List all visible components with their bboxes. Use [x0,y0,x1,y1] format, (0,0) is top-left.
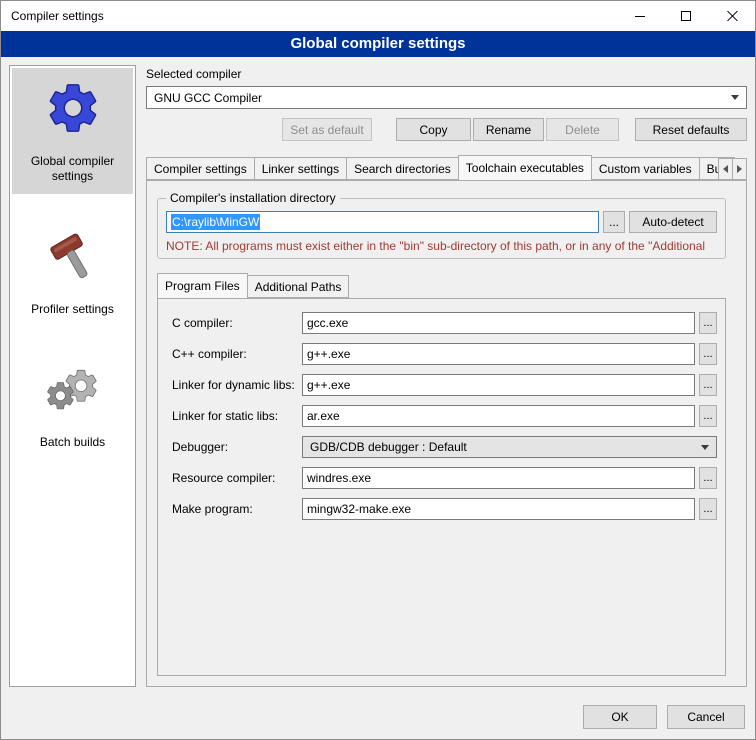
rename-button[interactable]: Rename [473,118,544,141]
chevron-down-icon [701,445,709,450]
titlebar: Compiler settings [1,1,755,31]
close-button[interactable] [709,1,755,31]
programs-tabstrip: Program Files Additional Paths [157,273,726,298]
compiler-settings-window: Compiler settings Global compiler settin… [0,0,756,740]
dynamic-linker-row: Linker for dynamic libs: g++.exe ... [172,374,717,396]
static-linker-label: Linker for static libs: [172,409,302,423]
install-dir-groupbox: Compiler's installation directory C:\ray… [157,191,726,259]
minimize-button[interactable] [617,1,663,31]
static-linker-input[interactable]: ar.exe [302,405,695,427]
window-controls [617,1,755,31]
sidebar-item-profiler-settings[interactable]: Profiler settings [12,216,133,327]
cpp-compiler-row: C++ compiler: g++.exe ... [172,343,717,365]
browse-button[interactable]: ... [603,211,625,233]
tab-compiler-settings[interactable]: Compiler settings [146,157,255,180]
tab-toolchain-executables[interactable]: Toolchain executables [458,155,592,181]
resource-compiler-label: Resource compiler: [172,471,302,485]
make-program-label: Make program: [172,502,302,516]
tab-scroll-left-button[interactable] [718,158,733,180]
set-as-default-button[interactable]: Set as default [282,118,372,141]
dynamic-linker-value: g++.exe [307,378,350,392]
dynamic-linker-label: Linker for dynamic libs: [172,378,302,392]
autodetect-button[interactable]: Auto-detect [629,211,717,233]
dynamic-linker-input[interactable]: g++.exe [302,374,695,396]
static-linker-value: ar.exe [307,409,340,423]
browse-button[interactable]: ... [699,374,717,396]
arrow-right-icon [737,165,742,173]
copy-button[interactable]: Copy [396,118,471,141]
main-panel: Selected compiler GNU GCC Compiler Set a… [146,65,747,687]
minimize-icon [635,16,645,17]
debugger-select[interactable]: GDB/CDB debugger : Default [302,436,717,458]
resource-compiler-input[interactable]: windres.exe [302,467,695,489]
browse-button[interactable]: ... [699,498,717,520]
gear-icon [41,76,105,140]
window-title: Compiler settings [11,9,104,23]
cpp-compiler-label: C++ compiler: [172,347,302,361]
debugger-value: GDB/CDB debugger : Default [310,440,467,454]
tab-search-directories[interactable]: Search directories [346,157,459,180]
chevron-down-icon [731,95,739,100]
tab-linker-settings[interactable]: Linker settings [254,157,347,180]
reset-defaults-button[interactable]: Reset defaults [635,118,747,141]
arrow-left-icon [723,165,728,173]
profiler-icon [41,224,105,288]
selected-compiler-label: Selected compiler [146,67,747,81]
resource-compiler-value: windres.exe [307,471,371,485]
close-icon [726,10,738,22]
cpp-compiler-input[interactable]: g++.exe [302,343,695,365]
settings-tabstrip: Compiler settings Linker settings Search… [146,155,747,180]
page-title: Global compiler settings [1,31,755,57]
cpp-compiler-value: g++.exe [307,347,350,361]
toolchain-executables-page: Compiler's installation directory C:\ray… [146,180,747,687]
tab-scroll-buttons [719,158,747,180]
browse-button[interactable]: ... [699,312,717,334]
sidebar-item-global-compiler-settings[interactable]: Global compiler settings [12,68,133,194]
maximize-icon [681,11,691,21]
delete-button[interactable]: Delete [546,118,619,141]
sidebar-item-label: Batch builds [40,435,105,450]
c-compiler-row: C compiler: gcc.exe ... [172,312,717,334]
c-compiler-input[interactable]: gcc.exe [302,312,695,334]
install-dir-value: C:\raylib\MinGW [171,214,260,230]
static-linker-row: Linker for static libs: ar.exe ... [172,405,717,427]
browse-button[interactable]: ... [699,467,717,489]
install-dir-input[interactable]: C:\raylib\MinGW [166,211,599,233]
browse-button[interactable]: ... [699,405,717,427]
tab-additional-paths[interactable]: Additional Paths [247,275,350,298]
tab-program-files[interactable]: Program Files [157,273,248,299]
ok-button[interactable]: OK [583,705,657,729]
install-dir-row: C:\raylib\MinGW ... Auto-detect [166,211,717,233]
c-compiler-value: gcc.exe [307,316,348,330]
browse-button[interactable]: ... [699,343,717,365]
cancel-button[interactable]: Cancel [667,705,745,729]
sidebar-item-label: Profiler settings [31,302,114,317]
maximize-button[interactable] [663,1,709,31]
program-files-page: C compiler: gcc.exe ... C++ compiler: g+… [157,298,726,676]
dialog-body: Global compiler settings Profiler settin… [1,57,755,695]
c-compiler-label: C compiler: [172,316,302,330]
debugger-row: Debugger: GDB/CDB debugger : Default [172,436,717,458]
compiler-actions: Set as default Copy Rename Delete Reset … [146,118,747,141]
note-text: NOTE: All programs must exist either in … [166,239,717,253]
selected-compiler-value: GNU GCC Compiler [154,91,262,105]
make-program-value: mingw32-make.exe [307,502,411,516]
sidebar-item-batch-builds[interactable]: Batch builds [12,349,133,460]
make-program-input[interactable]: mingw32-make.exe [302,498,695,520]
gears-icon [41,357,105,421]
debugger-label: Debugger: [172,440,302,454]
selected-compiler-select[interactable]: GNU GCC Compiler [146,86,747,109]
dialog-footer: OK Cancel [1,695,755,739]
sidebar-item-label: Global compiler settings [14,154,131,184]
resource-compiler-row: Resource compiler: windres.exe ... [172,467,717,489]
make-program-row: Make program: mingw32-make.exe ... [172,498,717,520]
tab-custom-variables[interactable]: Custom variables [591,157,700,180]
install-dir-group-label: Compiler's installation directory [166,191,340,205]
sidebar: Global compiler settings Profiler settin… [9,65,136,687]
tab-scroll-right-button[interactable] [732,158,747,180]
